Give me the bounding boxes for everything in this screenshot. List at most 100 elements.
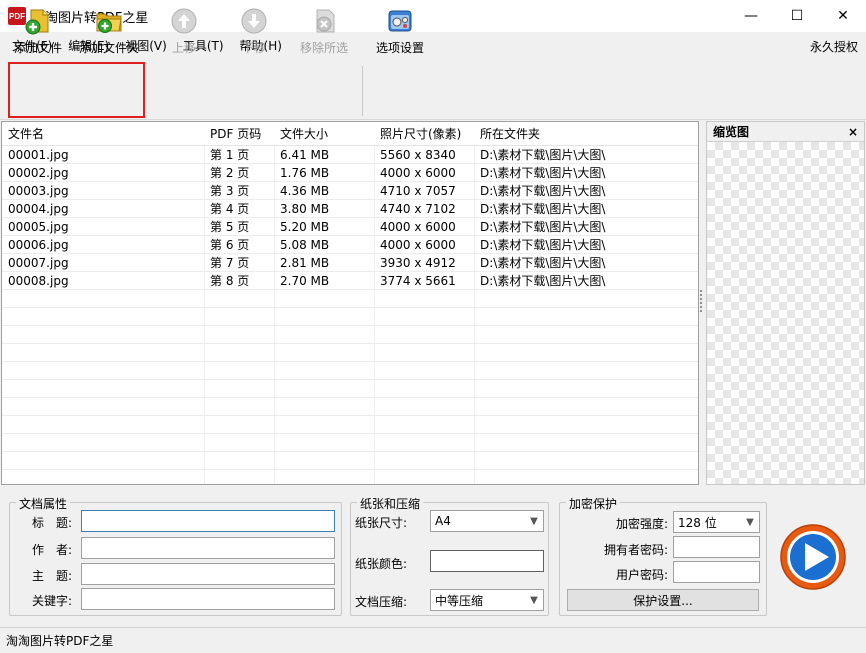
user-password-label: 用户密码: — [615, 568, 668, 582]
header-dimensions[interactable]: 照片尺寸(像素) — [374, 125, 474, 142]
table-cell: 第 3 页 — [210, 184, 250, 198]
options-label: 选项设置 — [375, 41, 424, 55]
table-cell: D:\素材下载\图片\大图\ — [480, 166, 606, 180]
add-folder-button[interactable]: 添加文件夹 — [76, 6, 142, 60]
options-button[interactable]: 选项设置 — [372, 6, 428, 60]
thumbnail-panel: 缩览图 × — [706, 121, 865, 485]
paper-color-picker[interactable] — [430, 550, 544, 572]
protect-settings-button[interactable]: 保护设置... — [567, 589, 759, 611]
add-file-icon — [25, 9, 49, 35]
empty-row — [2, 434, 698, 452]
table-row[interactable]: 00007.jpg 第 7 页 2.81 MB 3930 x 4912 D:\素材下载\… — [2, 254, 698, 272]
owner-password-input[interactable] — [673, 536, 760, 558]
paper-size-label: 纸张尺寸: — [355, 516, 408, 530]
thumbnail-title: 缩览图 — [713, 125, 750, 139]
header-folder[interactable]: 所在文件夹 — [474, 125, 698, 142]
chevron-down-icon: ▼ — [746, 516, 754, 528]
status-text: 淘淘图片转PDF之星 — [6, 634, 114, 648]
empty-row — [2, 308, 698, 326]
table-row[interactable]: 00002.jpg 第 2 页 1.76 MB 4000 x 6000 D:\素材下载\… — [2, 164, 698, 182]
table-cell: D:\素材下载\图片\大图\ — [480, 274, 606, 288]
author-label: 作 者: — [31, 543, 72, 557]
table-cell: 4740 x 7102 — [380, 201, 456, 216]
header-page[interactable]: PDF 页码 — [204, 125, 274, 142]
table-row[interactable]: 00001.jpg 第 1 页 6.41 MB 5560 x 8340 D:\素材下载\… — [2, 146, 698, 164]
compression-select[interactable]: 中等压缩 ▼ — [430, 589, 544, 611]
toolbar-separator — [362, 66, 363, 116]
thumbnail-close-icon[interactable]: × — [848, 125, 858, 139]
encryption-strength-label: 加密强度: — [615, 517, 668, 531]
convert-play-button[interactable] — [779, 523, 847, 591]
table-cell: 00004.jpg — [8, 201, 69, 216]
table-cell: 3774 x 5661 — [380, 273, 456, 288]
chevron-down-icon: ▼ — [530, 515, 538, 527]
add-folder-label: 添加文件夹 — [78, 41, 139, 55]
encryption-strength-select[interactable]: 128 位 ▼ — [673, 511, 760, 533]
table-cell: D:\素材下载\图片\大图\ — [480, 184, 606, 198]
maximize-button[interactable]: ☐ — [774, 0, 820, 32]
subject-label: 主 题: — [31, 569, 72, 583]
compression-value: 中等压缩 — [435, 593, 484, 608]
table-cell: 2.70 MB — [280, 273, 330, 288]
table-row[interactable]: 00005.jpg 第 5 页 5.20 MB 4000 x 6000 D:\素材下载\… — [2, 218, 698, 236]
table-row[interactable]: 00004.jpg 第 4 页 3.80 MB 4740 x 7102 D:\素材下载\… — [2, 200, 698, 218]
table-cell: 4.36 MB — [280, 183, 330, 198]
paper-size-value: A4 — [435, 514, 451, 528]
table-cell: 第 5 页 — [210, 220, 250, 234]
empty-row — [2, 380, 698, 398]
table-cell: 1.76 MB — [280, 165, 330, 180]
encryption-strength-value: 128 位 — [678, 515, 717, 530]
keywords-input[interactable] — [81, 588, 335, 610]
table-cell: 2.81 MB — [280, 255, 330, 270]
title-input[interactable] — [81, 510, 335, 532]
header-filename[interactable]: 文件名 — [2, 125, 204, 142]
table-cell: D:\素材下载\图片\大图\ — [480, 148, 606, 162]
table-cell: 00008.jpg — [8, 273, 69, 288]
table-cell: D:\素材下载\图片\大图\ — [480, 238, 606, 252]
status-bar: 淘淘图片转PDF之星 — [0, 627, 866, 653]
thumbnail-header: 缩览图 × — [707, 122, 864, 142]
highlight-box — [8, 62, 145, 118]
add-file-label: 添加文件 — [13, 41, 62, 55]
panel-splitter[interactable] — [700, 290, 704, 312]
minimize-button[interactable]: — — [728, 0, 774, 32]
table-row[interactable]: 00003.jpg 第 3 页 4.36 MB 4710 x 7057 D:\素材下载\… — [2, 182, 698, 200]
table-cell: 5.08 MB — [280, 237, 330, 252]
table-cell: 3.80 MB — [280, 201, 330, 216]
empty-row — [2, 290, 698, 308]
user-password-input[interactable] — [673, 561, 760, 583]
paper-size-select[interactable]: A4 ▼ — [430, 510, 544, 532]
add-file-button[interactable]: 添加文件 — [12, 6, 64, 60]
table-cell: 00006.jpg — [8, 237, 69, 252]
table-cell: D:\素材下载\图片\大图\ — [480, 202, 606, 216]
table-cell: 第 6 页 — [210, 238, 250, 252]
empty-row — [2, 452, 698, 470]
table-cell: 6.41 MB — [280, 147, 330, 162]
table-body: 00001.jpg 第 1 页 6.41 MB 5560 x 8340 D:\素材下载\… — [2, 146, 698, 470]
table-cell: 4000 x 6000 — [380, 219, 456, 234]
table-row[interactable]: 00006.jpg 第 6 页 5.08 MB 4000 x 6000 D:\素材下载\… — [2, 236, 698, 254]
paper-color-label: 纸张颜色: — [355, 557, 408, 571]
move-up-button[interactable]: 上移 — [164, 6, 204, 60]
remove-selected-button[interactable]: 移除所选 — [296, 6, 352, 60]
remove-selected-label: 移除所选 — [299, 41, 348, 55]
paper-group-title: 纸张和压缩 — [357, 495, 424, 512]
subject-input[interactable] — [81, 563, 335, 585]
author-input[interactable] — [81, 537, 335, 559]
table-cell: 00003.jpg — [8, 183, 69, 198]
encryption-group-title: 加密保护 — [566, 495, 621, 512]
arrow-up-icon — [171, 8, 197, 34]
table-cell: 第 1 页 — [210, 148, 250, 162]
table-cell: 5560 x 8340 — [380, 147, 456, 162]
chevron-down-icon: ▼ — [530, 594, 538, 606]
close-button[interactable]: ✕ — [820, 0, 866, 32]
empty-row — [2, 326, 698, 344]
file-table[interactable]: 文件名 PDF 页码 文件大小 照片尺寸(像素) 所在文件夹 00001.jpg… — [1, 121, 699, 485]
move-down-button[interactable]: 下移 — [234, 6, 274, 60]
table-cell: 4000 x 6000 — [380, 237, 456, 252]
move-down-label: 下移 — [241, 41, 266, 55]
table-row[interactable]: 00008.jpg 第 8 页 2.70 MB 3774 x 5661 D:\素材下载\… — [2, 272, 698, 290]
header-size[interactable]: 文件大小 — [274, 125, 374, 142]
table-cell: 第 8 页 — [210, 274, 250, 288]
license-link[interactable]: 永久授权 — [810, 38, 858, 55]
